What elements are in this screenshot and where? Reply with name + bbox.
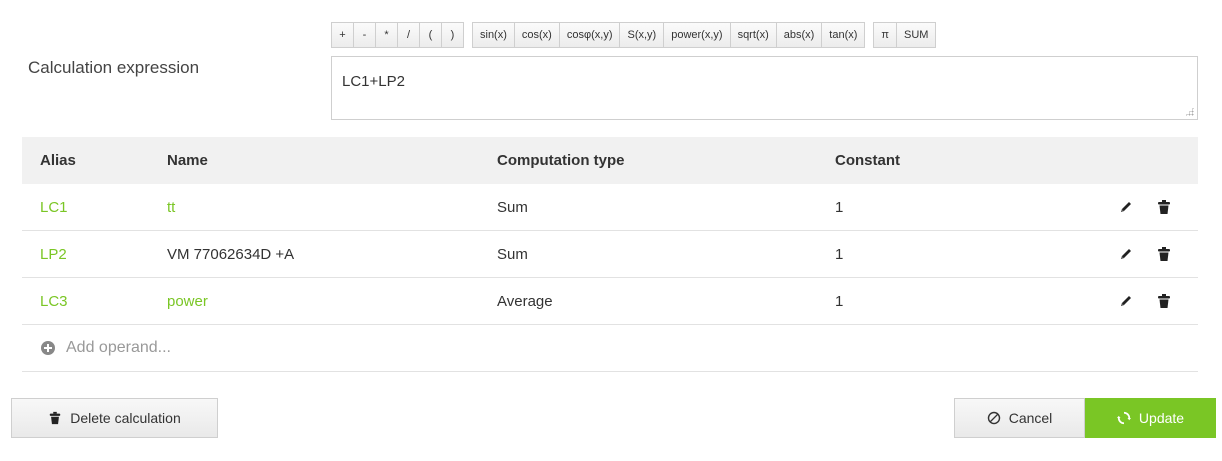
- row-name: power: [167, 292, 208, 310]
- operator-button-multiply[interactable]: *: [375, 22, 398, 48]
- trash-icon[interactable]: [1156, 246, 1172, 262]
- operator-button-plus[interactable]: +: [331, 22, 354, 48]
- row-constant: 1: [835, 198, 844, 216]
- header-constant: Constant: [835, 152, 900, 169]
- expression-toolbar: + - * / ( ) sin(x) cos(x) cosφ(x,y) S(x,…: [331, 22, 937, 48]
- header-name: Name: [167, 152, 208, 169]
- cancel-label: Cancel: [1008, 410, 1053, 426]
- constant-button-sum[interactable]: SUM: [896, 22, 937, 48]
- table-header: Alias Name Computation type Constant: [22, 137, 1198, 184]
- pencil-icon[interactable]: [1118, 293, 1134, 309]
- operator-group: + - * / ( ): [331, 22, 464, 48]
- function-button-sin[interactable]: sin(x): [472, 22, 515, 48]
- operator-button-close-paren[interactable]: ): [441, 22, 464, 48]
- operator-button-minus[interactable]: -: [353, 22, 376, 48]
- update-label: Update: [1138, 410, 1185, 426]
- constant-button-pi[interactable]: π: [873, 22, 898, 48]
- operator-button-divide[interactable]: /: [397, 22, 420, 48]
- row-alias: LP2: [40, 245, 67, 263]
- resize-grip-icon[interactable]: [1185, 107, 1194, 116]
- trash-icon[interactable]: [1156, 199, 1172, 215]
- row-actions: [1095, 246, 1198, 262]
- expression-textarea[interactable]: LC1+LP2: [331, 56, 1198, 120]
- operand-table: Alias Name Computation type Constant LC1…: [22, 137, 1198, 372]
- trash-icon: [48, 411, 62, 425]
- row-alias: LC3: [40, 292, 68, 310]
- row-constant: 1: [835, 245, 844, 263]
- pencil-icon[interactable]: [1118, 199, 1134, 215]
- delete-calculation-label: Delete calculation: [70, 410, 181, 426]
- function-button-sqrt[interactable]: sqrt(x): [729, 22, 777, 48]
- add-operand-label: Add operand...: [66, 339, 171, 356]
- cancel-button[interactable]: Cancel: [954, 398, 1085, 438]
- function-button-abs[interactable]: abs(x): [775, 22, 823, 48]
- operator-button-open-paren[interactable]: (: [419, 22, 442, 48]
- refresh-icon: [1116, 411, 1131, 425]
- table-row: LP2 VM 77062634D +A Sum 1: [22, 231, 1198, 278]
- row-actions: [1095, 293, 1198, 309]
- function-button-cosphi[interactable]: cosφ(x,y): [558, 22, 621, 48]
- function-button-tan[interactable]: tan(x): [821, 22, 866, 48]
- delete-calculation-button[interactable]: Delete calculation: [11, 398, 218, 438]
- row-name: tt: [167, 198, 176, 216]
- pencil-icon[interactable]: [1118, 246, 1134, 262]
- add-operand-button[interactable]: Add operand...: [22, 325, 1198, 372]
- row-computation-type: Sum: [497, 198, 528, 216]
- row-actions: [1095, 199, 1198, 215]
- row-name: VM 77062634D +A: [167, 245, 295, 263]
- cancel-icon: [987, 411, 1001, 425]
- function-button-s[interactable]: S(x,y): [619, 22, 665, 48]
- update-button[interactable]: Update: [1085, 398, 1216, 438]
- function-button-cos[interactable]: cos(x): [513, 22, 560, 48]
- header-alias: Alias: [40, 152, 76, 169]
- row-alias: LC1: [40, 198, 68, 216]
- table-row: LC3 power Average 1: [22, 278, 1198, 325]
- plus-circle-icon: [40, 340, 56, 356]
- trash-icon[interactable]: [1156, 293, 1172, 309]
- constant-group: π SUM: [873, 22, 937, 48]
- function-group: sin(x) cos(x) cosφ(x,y) S(x,y) power(x,y…: [472, 22, 866, 48]
- row-computation-type: Average: [497, 292, 553, 310]
- expression-value: LC1+LP2: [342, 73, 405, 90]
- table-row: LC1 tt Sum 1: [22, 184, 1198, 231]
- header-computation-type: Computation type: [497, 152, 625, 169]
- function-button-power[interactable]: power(x,y): [663, 22, 731, 48]
- expression-label: Calculation expression: [28, 58, 200, 77]
- row-constant: 1: [835, 292, 844, 310]
- row-computation-type: Sum: [497, 245, 528, 263]
